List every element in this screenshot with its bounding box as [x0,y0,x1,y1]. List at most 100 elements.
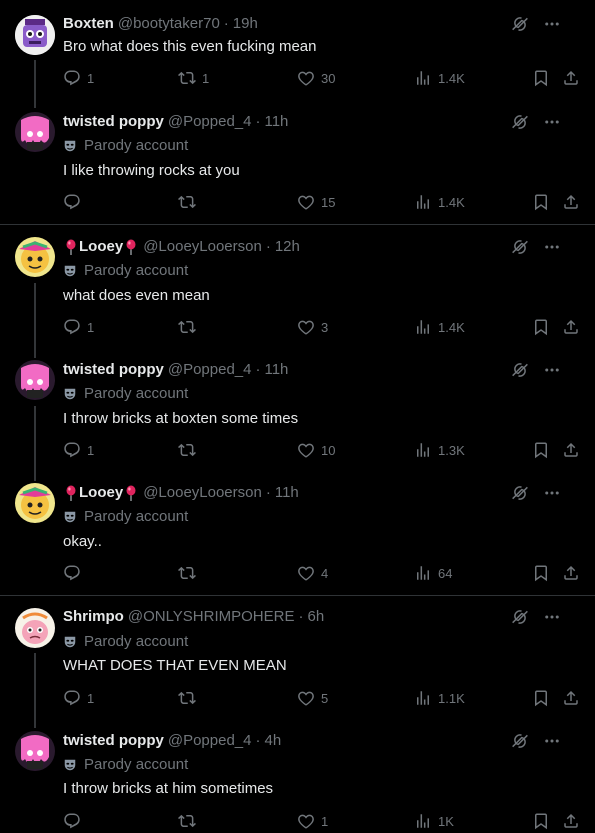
avatar[interactable] [15,112,55,152]
grok-icon[interactable] [511,732,529,750]
author-name[interactable]: twisted poppy [63,113,164,130]
balloon-emoji [65,485,77,501]
bookmark-button[interactable] [532,441,550,459]
balloon-emoji [125,485,137,501]
retweet-button[interactable] [178,193,202,211]
grok-icon[interactable] [511,608,529,626]
author-name[interactable]: Boxten [63,15,114,32]
grok-icon[interactable] [511,484,529,502]
avatar[interactable] [15,483,55,523]
bookmark-button[interactable] [532,69,550,87]
heart-icon [297,564,315,582]
avatar[interactable] [15,608,55,648]
share-button[interactable] [562,564,580,582]
author-handle[interactable]: @bootytaker70 [118,15,220,32]
more-icon[interactable] [543,484,561,502]
share-button[interactable] [562,69,580,87]
timestamp[interactable]: 19h [233,15,258,32]
author-handle[interactable]: @Popped_4 [168,361,252,378]
author-handle[interactable]: @Popped_4 [168,732,252,749]
author-handle[interactable]: @Popped_4 [168,113,252,130]
bookmark-button[interactable] [532,193,550,211]
author-name[interactable]: Looey [79,484,123,501]
tweet[interactable]: twisted poppy @Popped_4 · 11h Parody acc… [0,348,595,471]
like-button[interactable]: 5 [297,689,328,707]
author-name[interactable]: twisted poppy [63,732,164,749]
author-name[interactable]: twisted poppy [63,361,164,378]
retweet-button[interactable] [178,318,202,336]
grok-icon[interactable] [511,113,529,131]
author-name[interactable]: Looey [79,238,123,255]
grok-icon[interactable] [511,15,529,33]
reply-button[interactable]: 1 [63,689,94,707]
tweet[interactable]: twisted poppy @Popped_4 · 4h Parody acco… [0,718,595,833]
like-button[interactable]: 15 [297,193,335,211]
more-icon[interactable] [543,361,561,379]
avatar[interactable] [15,237,55,277]
author-name[interactable]: Shrimpo [63,608,124,625]
reply-button[interactable]: 1 [63,318,94,336]
reply-button[interactable]: 1 [63,441,94,459]
views-button[interactable]: 1.4K [414,193,465,211]
timestamp[interactable]: 4h [264,732,281,749]
author-handle[interactable]: @ONLYSHRIMPOHERE [128,608,295,625]
retweet-button[interactable]: 1 [178,69,209,87]
bookmark-button[interactable] [532,318,550,336]
avatar[interactable] [15,731,55,771]
timestamp[interactable]: 11h [264,361,288,378]
timestamp[interactable]: 12h [275,238,300,255]
share-button[interactable] [562,193,580,211]
retweet-button[interactable] [178,441,202,459]
views-button[interactable]: 1.4K [414,318,465,336]
author-handle[interactable]: @LooeyLooerson [143,238,262,255]
like-button[interactable]: 30 [297,69,335,87]
timestamp[interactable]: 11h [264,113,288,130]
retweet-button[interactable] [178,689,202,707]
views-button[interactable]: 64 [414,564,452,582]
reply-button[interactable] [63,193,87,211]
author-handle[interactable]: @LooeyLooerson [143,484,262,501]
separator-dot: · [223,15,229,32]
bookmark-button[interactable] [532,564,550,582]
reply-button[interactable] [63,564,87,582]
like-button[interactable]: 10 [297,441,335,459]
timestamp[interactable]: 11h [275,484,299,501]
like-button[interactable]: 1 [297,812,328,830]
views-button[interactable]: 1.3K [414,441,465,459]
views-button[interactable]: 1.4K [414,69,465,87]
like-button[interactable]: 3 [297,318,328,336]
share-icon [562,193,580,211]
views-button[interactable]: 1K [414,812,454,830]
more-icon[interactable] [543,238,561,256]
avatar[interactable] [15,360,55,400]
share-button[interactable] [562,441,580,459]
reply-button[interactable]: 1 [63,69,94,87]
share-button[interactable] [562,812,580,830]
avatar[interactable] [15,15,55,55]
share-icon [562,564,580,582]
timestamp[interactable]: 6h [307,608,324,625]
reply-button[interactable] [63,812,87,830]
tweet[interactable]: Looey @LooeyLooerson · 11h Parody accoun… [0,471,595,595]
more-icon[interactable] [543,113,561,131]
retweet-button[interactable] [178,812,202,830]
more-icon[interactable] [543,15,561,33]
reply-icon [63,689,81,707]
retweet-button[interactable] [178,564,202,582]
share-button[interactable] [562,318,580,336]
tweet[interactable]: twisted poppy @Popped_4 · 11h Parody acc… [0,110,595,223]
reply-count: 1 [87,690,95,706]
like-button[interactable]: 4 [297,564,328,582]
tweet[interactable]: Shrimpo @ONLYSHRIMPOHERE · 6h Parody acc… [0,596,595,718]
grok-icon[interactable] [511,238,529,256]
bookmark-button[interactable] [532,812,550,830]
tweet[interactable]: Looey @LooeyLooerson · 12h Parody accoun… [0,225,595,348]
share-button[interactable] [562,689,580,707]
grok-icon[interactable] [511,361,529,379]
tweet[interactable]: Boxten @bootytaker70 · 19h Bro what does… [0,0,595,110]
more-icon[interactable] [543,732,561,750]
bookmark-button[interactable] [532,689,550,707]
more-icon[interactable] [543,608,561,626]
views-button[interactable]: 1.1K [414,689,465,707]
like-count: 10 [321,442,336,458]
